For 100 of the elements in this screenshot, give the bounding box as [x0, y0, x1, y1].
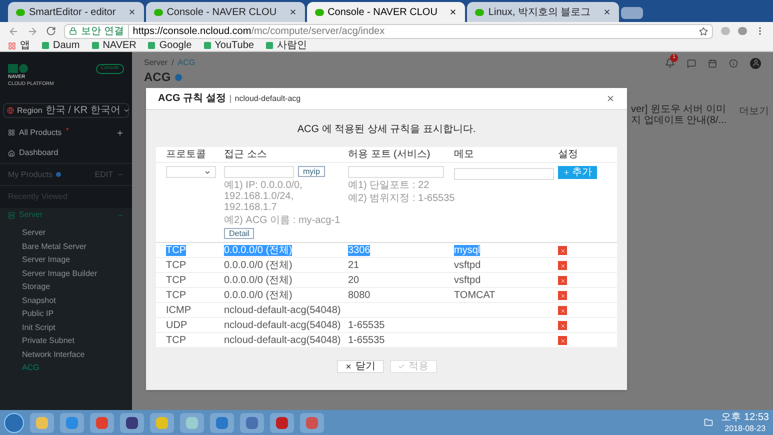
- tab-favicon-icon: [16, 8, 25, 16]
- delete-button[interactable]: [558, 246, 567, 255]
- table-row[interactable]: UDP ncloud-default-acg(54048) 1-65535: [156, 318, 617, 333]
- url-text: https://console.ncloud.com/mc/compute/server/acg/index: [132, 24, 385, 38]
- bookmark-link[interactable]: 사람인: [276, 40, 307, 50]
- sidebar-subitem[interactable]: Server: [0, 226, 132, 240]
- sidebar-subitem[interactable]: Server Image Builder: [0, 266, 132, 280]
- sidebar-item[interactable]: Dashboard: [19, 147, 58, 159]
- bookmark-link[interactable]: Daum: [53, 40, 80, 50]
- table-row[interactable]: TCP 0.0.0.0/0 (전체) 8080 TOMCAT: [156, 288, 617, 303]
- new-tab-button[interactable]: [620, 7, 643, 19]
- close-icon[interactable]: [606, 94, 615, 103]
- table-cell: TCP: [166, 245, 186, 256]
- browser-tab[interactable]: Console - NAVER CLOU: [146, 2, 305, 22]
- server-icon: [8, 212, 15, 218]
- sidebar-subitem[interactable]: Storage: [0, 280, 132, 294]
- close-icon[interactable]: [128, 8, 136, 16]
- clock-date: 2018-08-23: [724, 422, 766, 434]
- detail-button[interactable]: Detail: [224, 228, 254, 239]
- hint-text: 예1) IP: 0.0.0.0/0, 192.168.1.0/24, 192.168.1.7: [224, 180, 304, 213]
- delete-button[interactable]: [558, 306, 567, 315]
- delete-button[interactable]: [558, 291, 567, 300]
- tab-favicon-icon: [475, 8, 484, 16]
- home-icon: [8, 150, 15, 156]
- table-row[interactable]: ICMP ncloud-default-acg(54048): [156, 303, 617, 318]
- delete-button[interactable]: [558, 336, 567, 345]
- tab-title: Console - NAVER CLOU: [166, 6, 277, 20]
- table-cell: vsftpd: [454, 275, 481, 286]
- forward-icon[interactable]: [27, 26, 38, 36]
- taskbar-app-icon[interactable]: [270, 412, 294, 432]
- delete-button[interactable]: [558, 321, 567, 330]
- taskbar-app-icon[interactable]: [150, 412, 174, 432]
- bookmark-favicon-icon: [266, 42, 273, 49]
- chat-icon[interactable]: [687, 58, 696, 68]
- notice-text: ver] 윈도우 서버 이미지 업데이트 안내(8/...: [631, 104, 728, 126]
- tab-title: Console - NAVER CLOU: [328, 6, 438, 20]
- globe-icon: [7, 107, 14, 114]
- taskbar-app-icon[interactable]: [300, 412, 324, 432]
- close-button[interactable]: 닫기: [336, 360, 384, 373]
- close-icon[interactable]: [288, 8, 297, 16]
- close-icon[interactable]: [449, 8, 458, 16]
- browser-tab[interactable]: Console - NAVER CLOU: [306, 2, 466, 22]
- taskbar-app-icon[interactable]: [120, 412, 144, 432]
- taskbar-app-icon[interactable]: [240, 412, 264, 432]
- table-cell: 21: [348, 260, 360, 271]
- taskbar-app-icon[interactable]: [30, 412, 54, 432]
- check-icon: [398, 363, 404, 370]
- column-header: 설정: [558, 148, 579, 162]
- back-icon[interactable]: [8, 26, 19, 36]
- bookmark-star-icon[interactable]: [699, 26, 708, 36]
- bookmark-favicon-icon: [148, 42, 156, 49]
- plus-icon[interactable]: [116, 128, 124, 136]
- plus-icon: [563, 169, 570, 176]
- port-input[interactable]: [348, 166, 444, 178]
- sidebar-subitem[interactable]: Public IP: [0, 307, 132, 320]
- sidebar-subitem[interactable]: Init Script: [0, 320, 132, 334]
- notification-icon[interactable]: [665, 58, 675, 68]
- column-header: 메모: [454, 148, 475, 162]
- taskbar-app-icon[interactable]: [180, 412, 204, 432]
- sidebar-item[interactable]: All Products: [19, 126, 62, 138]
- modal-title: ACG 규칙 설정: [158, 92, 226, 106]
- x-icon: [560, 278, 566, 284]
- region-selector[interactable]: Region 한국 / KR 한국어: [3, 103, 129, 118]
- calendar-icon[interactable]: [708, 58, 717, 68]
- sidebar-subitem[interactable]: Server Image: [0, 253, 132, 266]
- bookmark-favicon-icon: [92, 42, 99, 49]
- tab-favicon-icon: [154, 8, 163, 16]
- delete-button[interactable]: [558, 276, 567, 285]
- source-input[interactable]: [224, 166, 294, 178]
- browser-tab[interactable]: SmartEditor - editor: [8, 2, 144, 22]
- section-label: My Products: [8, 168, 52, 180]
- apps-grid-icon: [8, 42, 16, 50]
- table-row[interactable]: TCP 0.0.0.0/0 (전체) 20 vsftpd: [156, 273, 617, 288]
- memo-input[interactable]: [454, 168, 554, 180]
- table-cell: ncloud-default-acg(54048): [224, 305, 341, 316]
- bookmark-link[interactable]: YouTube: [214, 40, 254, 50]
- table-row[interactable]: TCP ncloud-default-acg(54048) 1-65535: [156, 333, 617, 348]
- table-row[interactable]: TCP 0.0.0.0/0 (전체) 21 vsftpd: [156, 258, 617, 273]
- table-cell: TCP: [166, 260, 186, 271]
- tray-icon[interactable]: [704, 418, 714, 427]
- table-cell: mysql: [454, 245, 480, 256]
- bookmark-link[interactable]: Google: [159, 40, 192, 50]
- sidebar-subitem[interactable]: Network Interface: [0, 348, 132, 361]
- taskbar-app-icon[interactable]: [90, 412, 114, 432]
- browser-tab[interactable]: Linux, 박지호의 블로그: [467, 2, 619, 22]
- address-bar[interactable]: 보안 연결 https://console.ncloud.com/mc/compute/server/acg/index: [64, 24, 713, 38]
- start-button[interactable]: [4, 412, 24, 432]
- sidebar-subitem[interactable]: Snapshot: [0, 294, 132, 307]
- delete-button[interactable]: [558, 261, 567, 270]
- reload-icon[interactable]: [46, 26, 56, 36]
- breadcrumb-item: ACG: [178, 57, 196, 69]
- bookmark-link[interactable]: NAVER: [102, 40, 136, 50]
- bookmark-link[interactable]: 앱: [20, 40, 30, 50]
- table-cell: TCP: [166, 335, 186, 346]
- sidebar-subitem[interactable]: Private Subnet: [0, 334, 132, 348]
- taskbar-app-icon[interactable]: [210, 412, 234, 432]
- user-avatar-icon[interactable]: [750, 58, 761, 68]
- close-icon[interactable]: [602, 8, 611, 16]
- sidebar-subitem[interactable]: Bare Metal Server: [0, 240, 132, 253]
- myip-button[interactable]: myip: [298, 166, 325, 177]
